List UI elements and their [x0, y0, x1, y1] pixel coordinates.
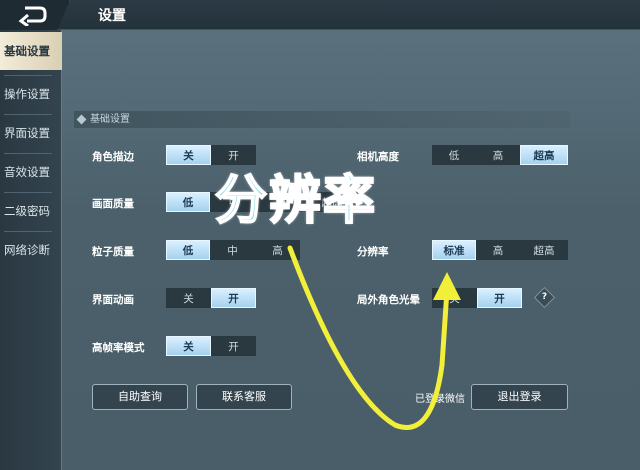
annotation-arrow-icon	[287, 245, 461, 430]
